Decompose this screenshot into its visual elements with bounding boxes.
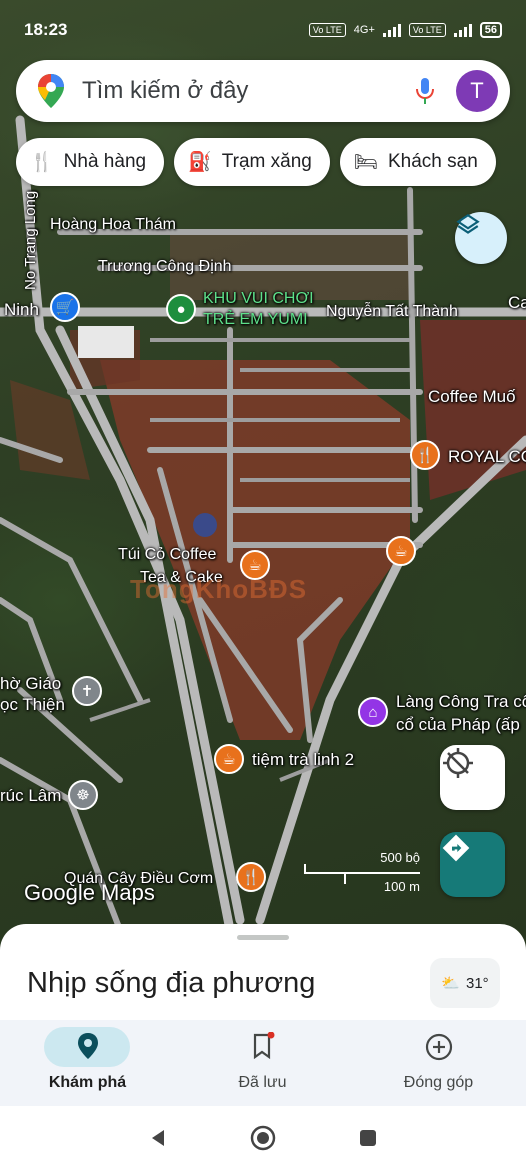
fork-knife-icon: 🍴: [30, 152, 54, 173]
scale-feet: 500 bộ: [380, 850, 420, 865]
drag-handle[interactable]: [237, 935, 289, 940]
location-off-icon: [443, 748, 473, 778]
volte-badge: Vo LTE: [408, 23, 446, 37]
layers-icon: [456, 213, 480, 234]
location-pin-icon: [0, 1032, 175, 1062]
volte-badge: Vo LTE: [308, 23, 346, 37]
place-label[interactable]: ọc Thiện: [0, 695, 65, 715]
chip-label: Nhà hàng: [63, 151, 147, 172]
map-pin-icon[interactable]: ●: [166, 294, 196, 324]
chip-restaurants[interactable]: 🍴 Nhà hàng: [16, 138, 165, 186]
battery-icon: 56: [479, 22, 502, 38]
partly-cloudy-icon: ⛅: [441, 975, 460, 992]
street-label: Hoàng Hoa Thám: [50, 216, 176, 233]
status-bar: 18:23 Vo LTE 4G+ Vo LTE 56: [0, 0, 526, 60]
scale-meters: 100 m: [383, 879, 420, 894]
recents-icon[interactable]: [357, 1127, 379, 1149]
avatar[interactable]: T: [456, 70, 498, 112]
place-label[interactable]: Coffee Muố: [428, 387, 516, 407]
category-chips: 🍴 Nhà hàng ⛽ Trạm xăng 🛏 Khách sạn: [16, 138, 496, 186]
tab-label: Khám phá: [48, 1074, 127, 1091]
street-label: No Trang Long: [22, 190, 39, 290]
fork-knife-icon[interactable]: 🍴: [236, 862, 266, 892]
chip-label: Trạm xăng: [221, 151, 312, 172]
place-label[interactable]: Làng Công Tra cổ: [396, 692, 526, 712]
fork-knife-icon[interactable]: 🍴: [410, 440, 440, 470]
network-type: 4G+: [353, 24, 375, 36]
bed-icon: 🛏: [353, 152, 378, 173]
gas-station-icon: ⛽: [188, 152, 212, 173]
cross-icon[interactable]: ✝: [72, 676, 102, 706]
search-input[interactable]: Tìm kiếm ở đây: [82, 77, 414, 105]
shopping-cart-icon[interactable]: 🛒: [50, 292, 80, 322]
place-label[interactable]: rúc Lâm: [0, 786, 61, 806]
tab-label: Đã lưu: [238, 1074, 287, 1091]
clock: 18:23: [24, 20, 68, 39]
street-label: Trương Công Định: [98, 258, 232, 275]
back-icon[interactable]: [147, 1127, 169, 1149]
tab-contribute[interactable]: Đóng góp: [351, 1020, 526, 1106]
layers-button[interactable]: [455, 212, 507, 264]
google-maps-logo: Google Maps: [24, 880, 155, 905]
place-label[interactable]: hờ Giáo: [0, 674, 61, 694]
map-scale: 500 bộ 100 m: [304, 850, 420, 894]
place-label[interactable]: Ca: [508, 293, 526, 313]
street-label: Nguyễn Tất Thành: [326, 303, 458, 320]
microphone-icon[interactable]: [414, 76, 436, 106]
place-label[interactable]: cổ của Pháp (ấp: [396, 715, 520, 735]
place-label[interactable]: TRẺ EM YUMI: [203, 311, 308, 329]
coffee-cup-icon[interactable]: ☕: [386, 536, 416, 566]
place-label[interactable]: ROYAL CO: [448, 447, 526, 467]
search-bar[interactable]: Tìm kiếm ở đây T: [16, 60, 510, 122]
weather-chip[interactable]: ⛅ 31°: [430, 958, 500, 1008]
system-navigation-bar: [0, 1106, 526, 1169]
home-icon[interactable]: [249, 1124, 277, 1152]
bottom-navigation: Khám phá Đã lưu Đóng góp: [0, 1020, 526, 1106]
temperature: 31°: [466, 974, 489, 992]
signal-icon: [382, 23, 401, 37]
my-location-button[interactable]: [440, 745, 505, 810]
chip-hotels[interactable]: 🛏 Khách sạn: [339, 138, 496, 186]
sheet-title: Nhịp sống địa phương: [27, 967, 316, 999]
dharma-wheel-icon[interactable]: ☸: [68, 780, 98, 810]
bookmark-icon: [175, 1032, 350, 1062]
watermark: TongKhoBĐS: [130, 574, 308, 604]
museum-icon[interactable]: ⌂: [358, 697, 388, 727]
chip-gas-stations[interactable]: ⛽ Trạm xăng: [174, 138, 330, 186]
directions-icon: [442, 834, 470, 862]
tab-label: Đóng góp: [403, 1074, 474, 1091]
place-label[interactable]: KHU VUI CHƠI: [203, 290, 314, 308]
directions-button[interactable]: [440, 832, 505, 897]
coffee-cup-icon[interactable]: ☕: [214, 744, 244, 774]
place-label[interactable]: Túi Cỏ Coffee: [118, 546, 216, 564]
chip-label: Khách sạn: [387, 151, 478, 172]
signal-icon: [453, 23, 472, 37]
google-maps-pin-icon: [38, 74, 64, 108]
add-circle-icon: [351, 1032, 526, 1062]
place-label[interactable]: tiệm trà linh 2: [252, 750, 354, 770]
bottom-sheet[interactable]: Nhịp sống địa phương ⛅ 31°: [0, 924, 526, 1024]
tab-saved[interactable]: Đã lưu: [175, 1020, 350, 1106]
tab-explore[interactable]: Khám phá: [0, 1020, 175, 1106]
place-label[interactable]: Ninh: [4, 300, 39, 320]
